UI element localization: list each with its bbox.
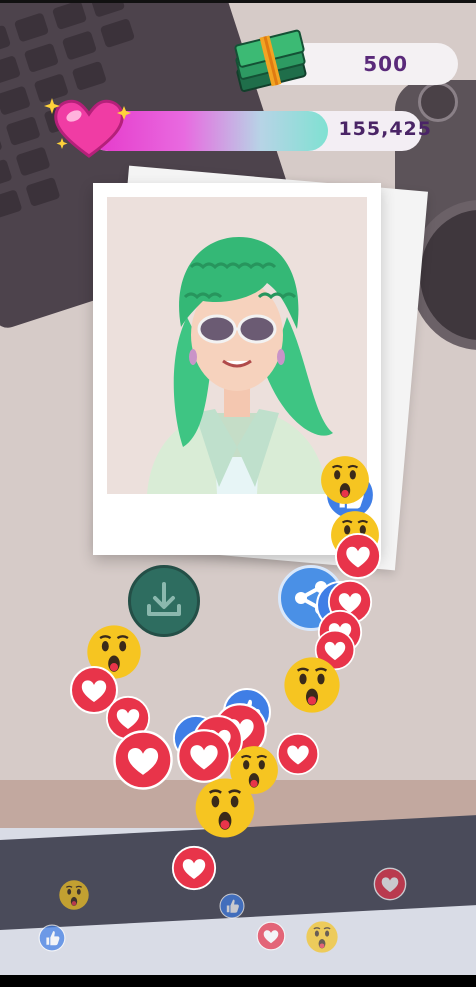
wow-reaction-icon bbox=[305, 920, 339, 954]
heart-reaction-icon bbox=[112, 729, 174, 791]
character-portrait-illustration bbox=[147, 237, 333, 494]
pink-heart-icon bbox=[44, 98, 131, 158]
wow-reaction-icon bbox=[193, 776, 257, 840]
cash-value: 500 bbox=[363, 52, 408, 76]
love-value: 155,425 bbox=[338, 118, 432, 140]
heart-reaction-icon bbox=[171, 845, 217, 891]
like-reaction-icon bbox=[219, 893, 245, 919]
nav-strip bbox=[0, 975, 476, 987]
heart-reaction-icon bbox=[256, 921, 286, 951]
wow-reaction-icon bbox=[58, 879, 90, 911]
camera-dial-decoration bbox=[418, 82, 458, 122]
heart-reaction-icon bbox=[334, 532, 382, 580]
heart-reaction-icon bbox=[276, 732, 320, 776]
photo-portrait bbox=[107, 197, 367, 494]
wow-reaction-icon bbox=[282, 655, 342, 715]
like-reaction-icon bbox=[38, 924, 66, 952]
wow-reaction-icon bbox=[319, 454, 371, 506]
cash-stack-icon bbox=[234, 29, 307, 92]
game-scene: 500 155,425 bbox=[0, 0, 476, 987]
heart-reaction-icon bbox=[373, 867, 407, 901]
status-strip bbox=[0, 0, 476, 3]
